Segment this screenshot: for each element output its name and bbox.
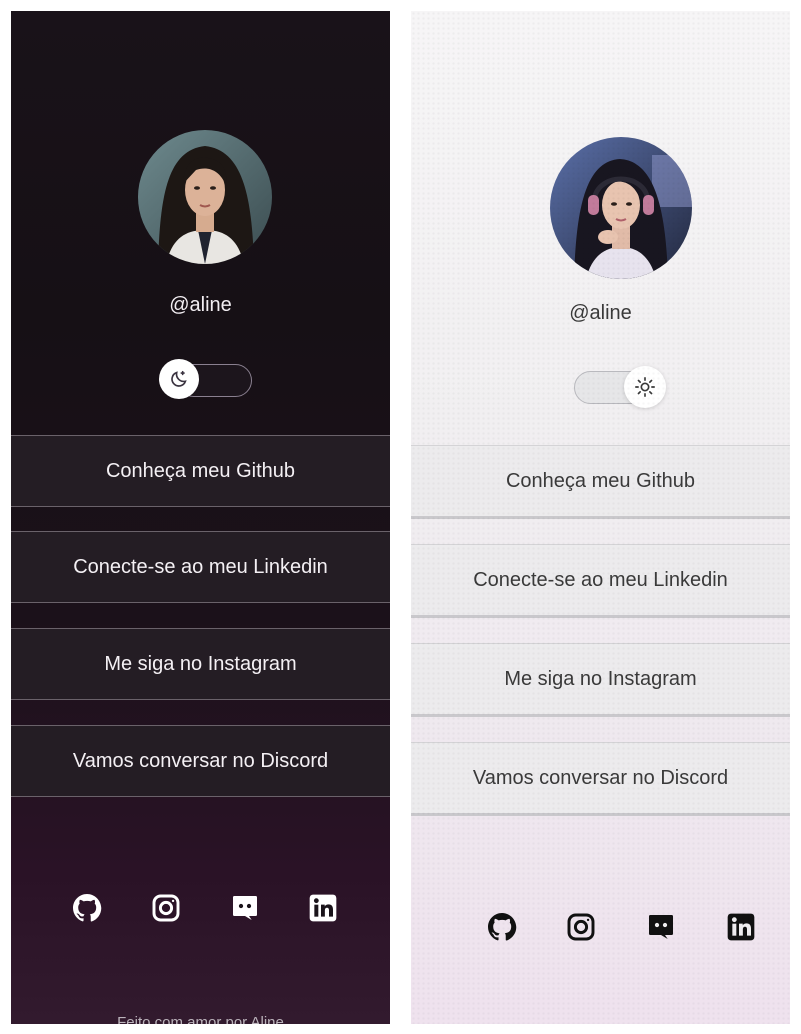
discord-link-button[interactable]: Vamos conversar no Discord	[411, 742, 790, 816]
username: @aline	[169, 294, 232, 316]
instagram-link-button[interactable]: Me siga no Instagram	[411, 643, 790, 717]
linkedin-icon[interactable]	[721, 907, 761, 947]
username: @aline	[569, 302, 632, 324]
moon-icon[interactable]	[159, 359, 199, 399]
profile-avatar	[138, 130, 272, 264]
dark-theme-panel: @aline Conheça meu Github Conecte-se ao …	[11, 11, 390, 1024]
footer-text: Feito com amor por Aline	[117, 1014, 284, 1024]
instagram-icon[interactable]	[146, 888, 186, 928]
instagram-icon[interactable]	[561, 907, 601, 947]
profile-avatar	[550, 137, 692, 279]
theme-toggle[interactable]	[159, 359, 253, 399]
discord-icon[interactable]	[641, 907, 681, 947]
linkedin-link-button[interactable]: Conecte-se ao meu Linkedin	[411, 544, 790, 618]
instagram-link-button[interactable]: Me siga no Instagram	[11, 628, 390, 700]
social-icons	[411, 907, 790, 947]
github-link-button[interactable]: Conheça meu Github	[411, 445, 790, 519]
discord-icon[interactable]	[225, 888, 265, 928]
discord-link-button[interactable]: Vamos conversar no Discord	[11, 725, 390, 797]
github-icon[interactable]	[482, 907, 522, 947]
linkedin-icon[interactable]	[303, 888, 343, 928]
theme-toggle[interactable]	[574, 366, 666, 408]
github-icon[interactable]	[67, 888, 107, 928]
sun-icon[interactable]	[624, 366, 666, 408]
social-icons	[11, 888, 390, 928]
light-theme-panel: @aline Conheça meu Github Conecte-se ao …	[411, 11, 790, 1024]
github-link-button[interactable]: Conheça meu Github	[11, 435, 390, 507]
linkedin-link-button[interactable]: Conecte-se ao meu Linkedin	[11, 531, 390, 603]
